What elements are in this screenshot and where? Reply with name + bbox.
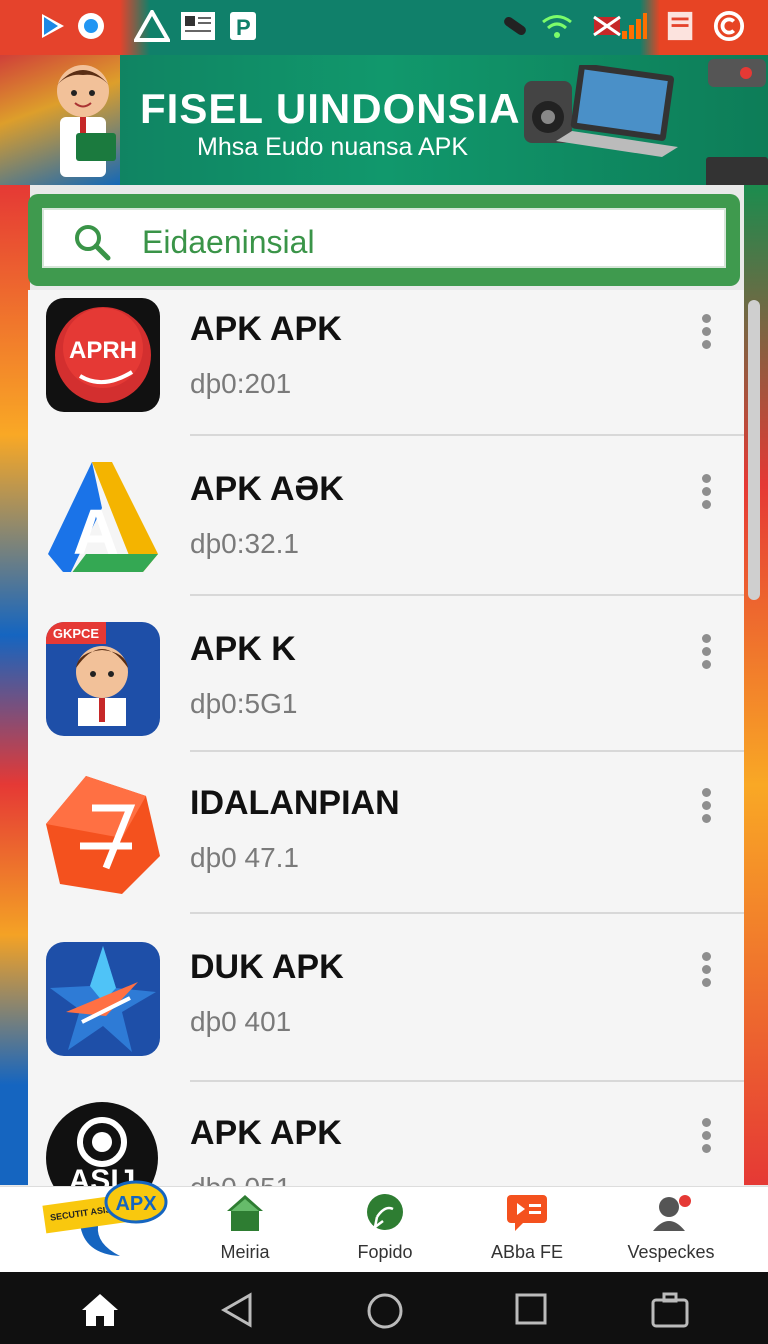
app-meta: dþ0 401 [190,1006,292,1037]
system-navigation-bar [0,1272,768,1344]
app-meta: dþ0 051 [190,1172,291,1186]
nav-item-meiria[interactable]: Meiria [180,1193,310,1263]
app-meta: dþ0:32.1 [190,528,299,559]
search-input[interactable]: Eidaeninsial [42,208,726,268]
back-button-icon[interactable] [220,1292,254,1328]
divider [190,1080,744,1082]
status-bar: P [0,0,768,55]
laptop-icon [556,65,678,157]
nav-label: Meiria [220,1242,270,1262]
page-subtitle: Mhsa Eudo nuansa APK [197,133,469,161]
list-item[interactable]: DUK APK dþ0 401 [28,932,744,1092]
document-icon [667,11,693,41]
more-options-icon[interactable] [698,634,714,674]
header-banner: FISEL UINDONSIA Mhsa Eudo nuansa APK [0,55,768,185]
nav-item-fopido[interactable]: Fopido [320,1193,450,1263]
laptop-small-icon [706,157,768,185]
divider [190,912,744,914]
video-icon [507,1195,547,1231]
nav-label: Vespeckes [627,1242,715,1262]
flag-icon [593,15,621,37]
profile-icon [653,1195,691,1231]
app-meta: dþ0 47.1 [190,842,299,873]
app-icon-label: APRH [69,337,137,364]
character-app-icon: GKPCE [46,622,160,736]
divider [190,594,744,596]
nav-item-vespeckes[interactable]: Vespeckes [606,1193,736,1263]
list-item[interactable]: IDALANPIAN dþ0 47.1 [28,768,744,928]
app-name: APK APK [190,1114,342,1152]
search-value: Eidaeninsial [142,224,315,260]
divider [190,434,744,436]
search-bar: Eidaeninsial [28,194,740,286]
recents-button-icon[interactable] [514,1292,548,1326]
list-item[interactable]: GKPCE APK K dþ0:5G1 [28,614,744,774]
app-meta: dþ0:201 [190,368,292,399]
nav-label: Fopido [357,1242,413,1262]
signal-icon [622,13,647,39]
list-item[interactable]: A APK AƏK dþ0:32.1 [28,454,744,614]
list-item[interactable]: APRH APK APK dþ0:201 [28,294,744,454]
scrollbar[interactable] [748,300,760,600]
left-decoration [0,185,30,1185]
more-options-icon[interactable] [698,788,714,828]
orange-hex-app-icon [46,772,160,898]
home-icon [227,1195,263,1231]
divider [190,750,744,752]
mascot-icon [57,65,116,177]
app-name: APK AƏK [190,470,344,508]
app-logo-icon [78,13,104,39]
app-name: IDALANPIAN [190,784,400,822]
news-icon [181,12,215,40]
wifi-icon [542,15,572,38]
briefcase-button-icon[interactable] [650,1292,690,1328]
copyright-icon [713,10,745,42]
app-name: APK K [190,630,296,668]
play-store-icon [42,14,64,38]
gadget-icon [708,59,766,87]
more-options-icon[interactable] [698,1118,714,1158]
chat-icon [367,1194,403,1230]
page-title: FISEL UINDONSIA [140,85,521,132]
p-app-icon: P [230,12,256,40]
headset-icon [504,16,526,36]
star-app-icon [46,942,160,1056]
more-options-icon[interactable] [698,952,714,992]
more-options-icon[interactable] [698,314,714,354]
red-circle-app-icon: APRH [46,298,160,412]
nav-label: ABba FE [490,1242,564,1262]
badge-text: APX [115,1193,157,1215]
app-name: DUK APK [190,948,344,986]
home-circle-button-icon[interactable] [366,1292,404,1330]
app-meta: dþ0:5G1 [190,688,298,719]
svg-text:A: A [73,496,119,568]
more-options-icon[interactable] [698,474,714,514]
app-list[interactable]: APRH APK APK dþ0:201 A APK AƏK dþ0:32.1 … [28,290,744,1186]
app-icon-label: GKPCE [53,626,100,641]
nav-item-abba-fe[interactable]: ABba FE [462,1193,592,1263]
triangle-app-icon [134,10,170,42]
app-name: APK APK [190,310,342,348]
triangle-a-app-icon: A [46,458,160,572]
apx-badge-icon: SECUTIT ASIJ SEEHOW APX [42,1180,168,1256]
svg-text:P: P [236,15,251,40]
search-icon[interactable] [72,222,112,262]
home-button-icon[interactable] [80,1292,120,1328]
